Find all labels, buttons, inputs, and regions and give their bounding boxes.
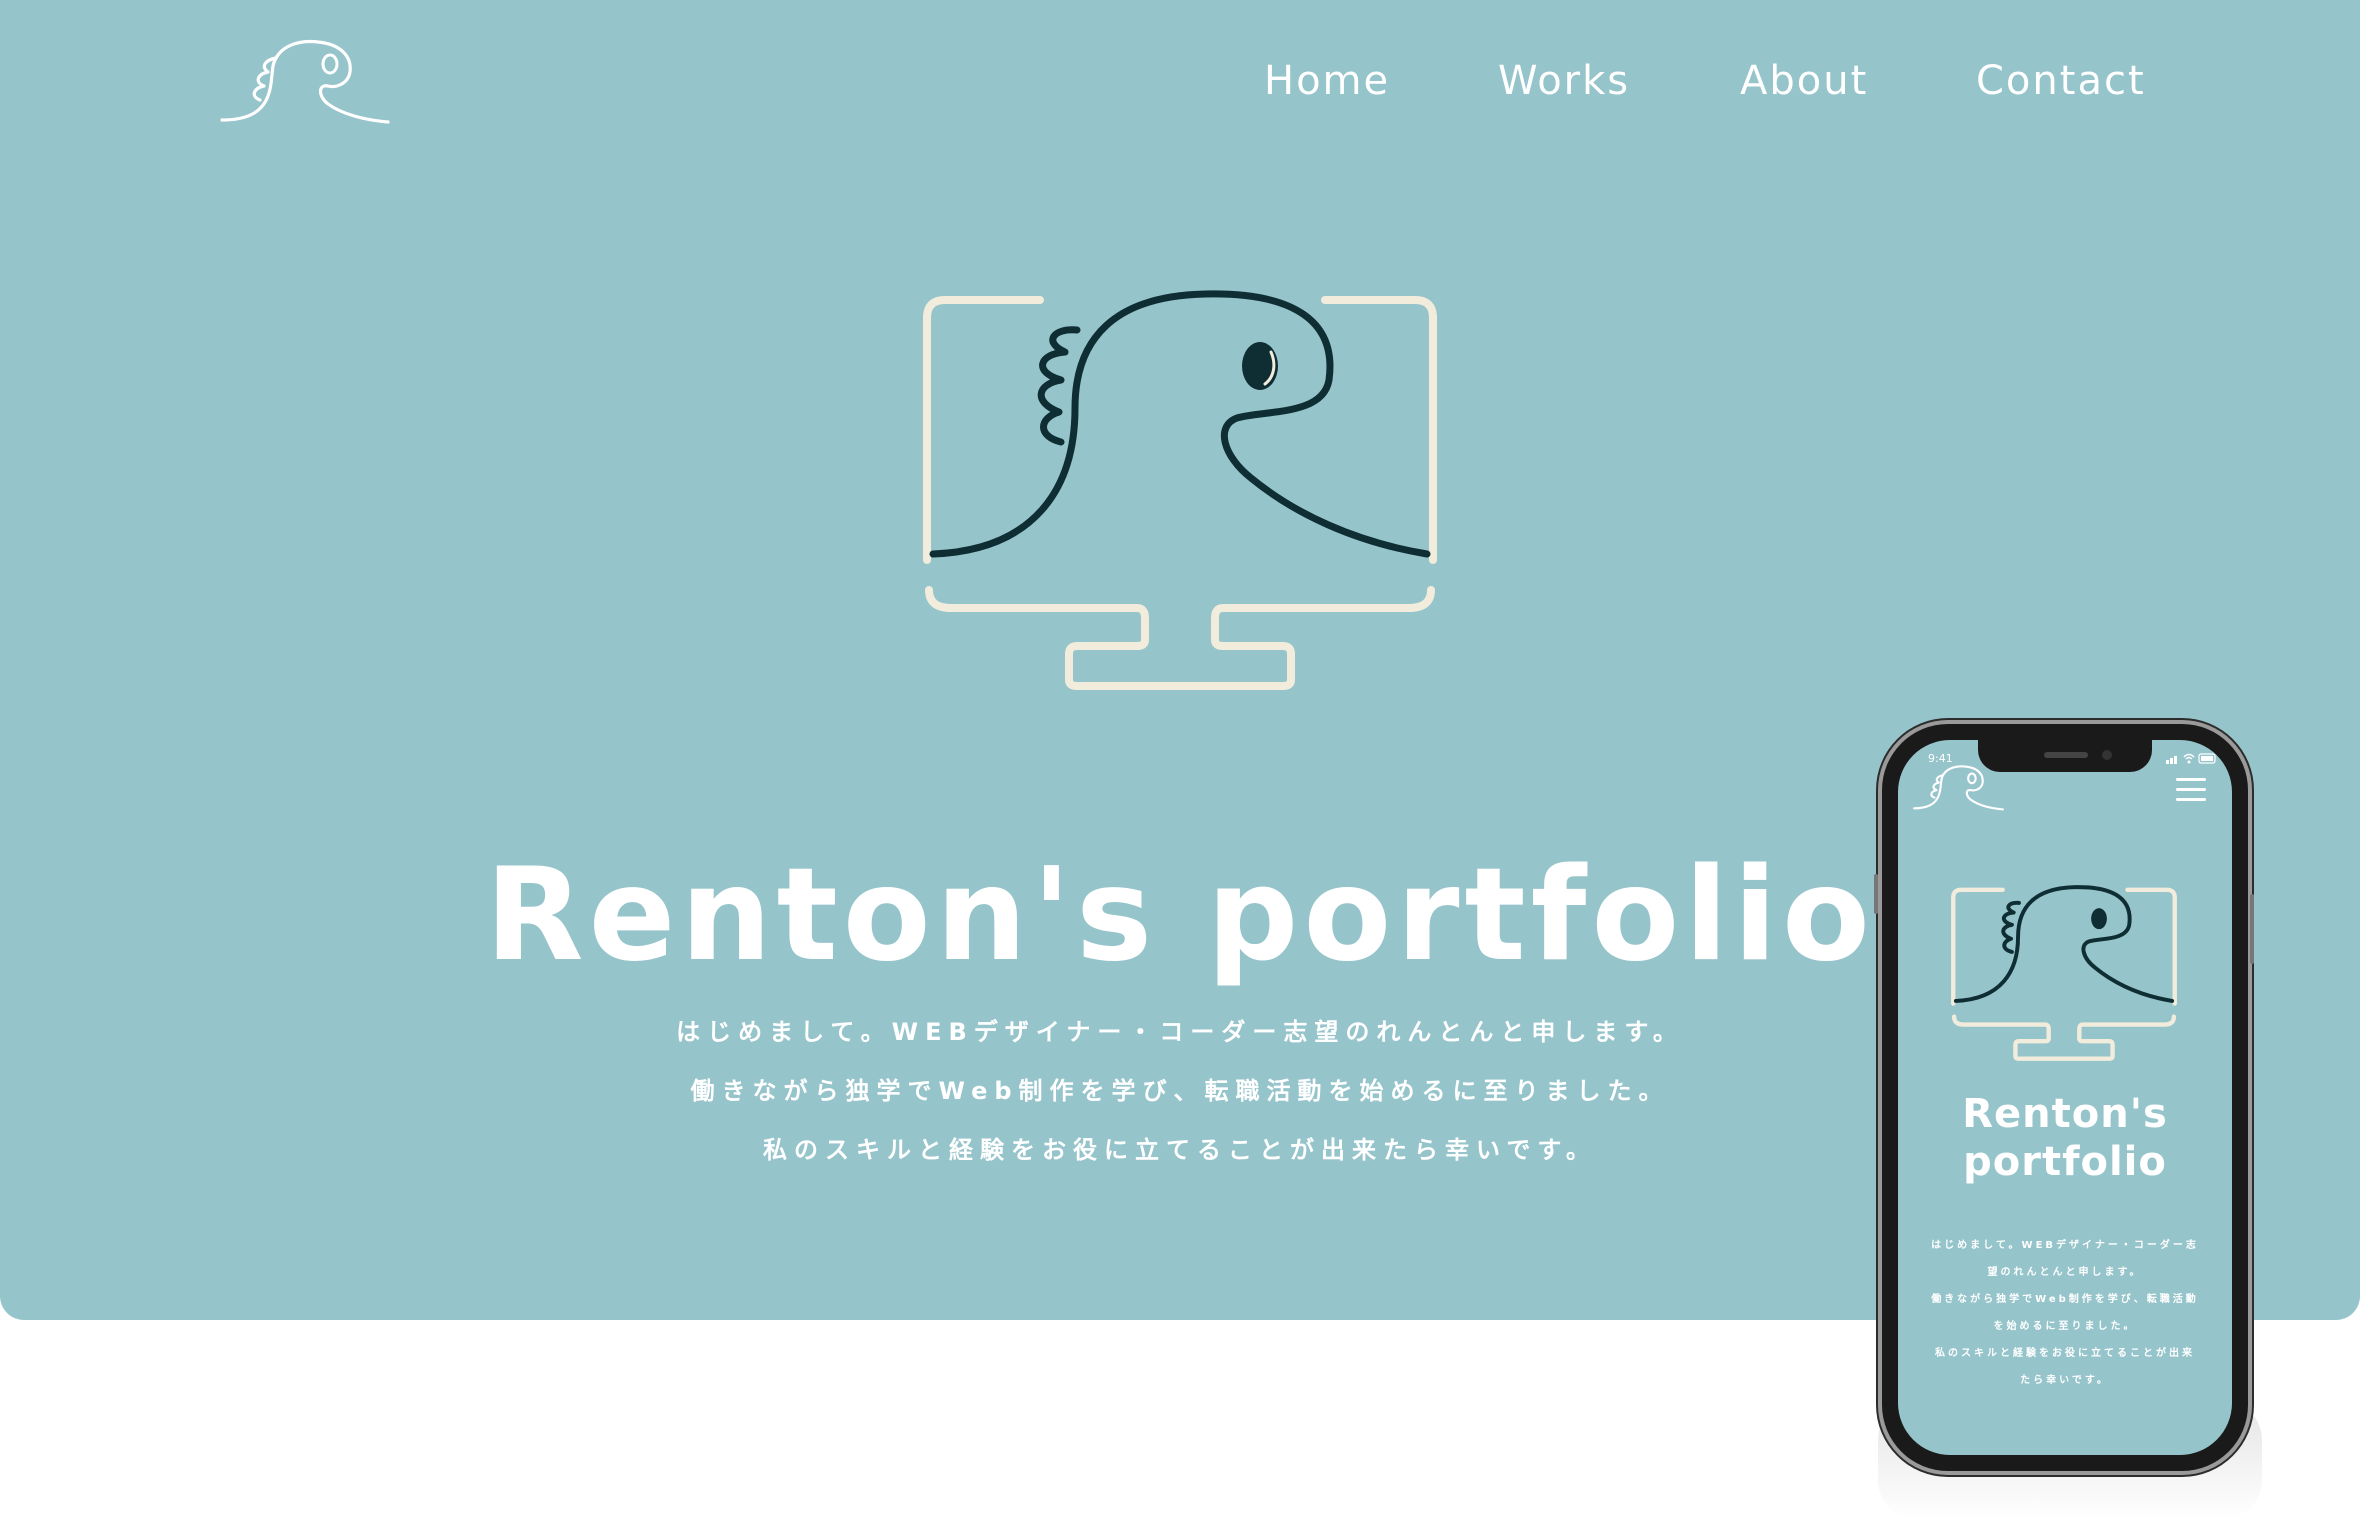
mobile-site-logo[interactable]	[1912, 762, 2004, 814]
mobile-hero-title: Renton's portfolio	[1898, 1090, 2232, 1186]
main-nav: Home Works About Contact	[0, 58, 2360, 114]
mobile-intro-line: 働きながら独学でWeb制作を学び、転職活動	[1931, 1294, 2199, 1305]
phone-screen: 9:41 Renton's portfolio はじめまして。WEBデザイナー・…	[1898, 740, 2232, 1455]
hamburger-icon[interactable]	[2176, 778, 2206, 802]
phone-notch	[1978, 740, 2152, 772]
nav-contact[interactable]: Contact	[1976, 58, 2146, 104]
mobile-dinosaur-in-monitor-icon	[1951, 885, 2177, 1061]
mobile-title-line: portfolio	[1963, 1139, 2167, 1185]
status-icons	[2166, 753, 2216, 764]
nav-home[interactable]: Home	[1264, 58, 1390, 104]
mobile-intro-line: 望のれんとんと申します。	[1987, 1267, 2143, 1278]
mobile-intro-line: を始めるに至りました。	[1993, 1321, 2137, 1332]
mobile-intro-line: 私のスキルと経験をお役に立てることが出来	[1935, 1348, 2195, 1359]
nav-works[interactable]: Works	[1498, 58, 1630, 104]
mobile-title-line: Renton's	[1962, 1091, 2168, 1137]
phone-side-button	[1874, 874, 1878, 914]
nav-about[interactable]: About	[1740, 58, 1868, 104]
mobile-intro-line: たら幸いです。	[2020, 1375, 2110, 1386]
phone-side-button	[2250, 894, 2254, 964]
smartphone-mockup: 9:41 Renton's portfolio はじめまして。WEBデザイナー・…	[1874, 724, 2254, 1471]
speaker-grille	[2044, 752, 2088, 758]
dinosaur-in-monitor-icon	[923, 290, 1437, 690]
front-camera	[2102, 750, 2112, 760]
mobile-intro-line: はじめまして。WEBデザイナー・コーダー志	[1931, 1240, 2199, 1251]
mobile-hero-intro: はじめまして。WEBデザイナー・コーダー志 望のれんとんと申します。 働きながら…	[1914, 1232, 2216, 1394]
